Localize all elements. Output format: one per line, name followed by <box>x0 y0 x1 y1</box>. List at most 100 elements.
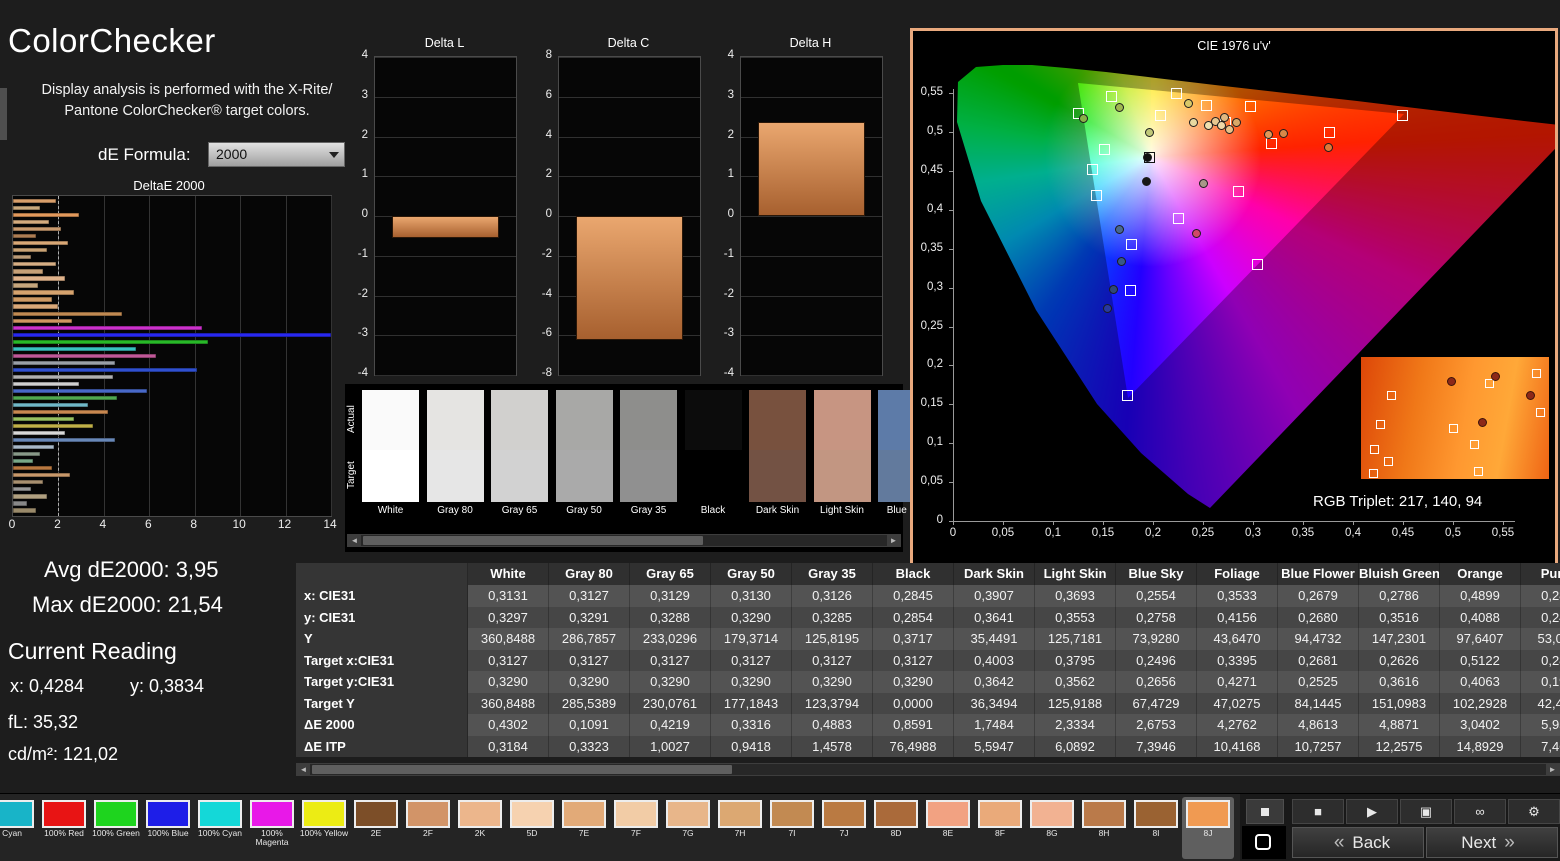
link-button[interactable]: ∞ <box>1454 799 1506 824</box>
cell-value: 67,4729 <box>1116 692 1197 714</box>
swatch-label: Black <box>700 505 726 516</box>
deltae-bar <box>13 424 93 429</box>
inset-target-square <box>1383 457 1393 467</box>
row-label: ΔE 2000 <box>296 714 468 736</box>
cell-value: 0,2845 <box>873 585 954 607</box>
inset-target-square <box>1535 408 1545 418</box>
deltae-bar <box>13 262 57 267</box>
target-square <box>1105 91 1117 103</box>
cell-value: 0,4899 <box>1440 585 1521 607</box>
deltae-bar <box>13 416 75 422</box>
patch-label: 2K <box>474 828 486 838</box>
cell-value: 0,2525 <box>1278 671 1359 693</box>
target-square <box>1170 88 1182 100</box>
de-formula-select[interactable]: 2000 <box>208 142 345 167</box>
gridline <box>741 335 882 337</box>
cell-value: 0,3533 <box>1197 585 1278 607</box>
delta-bar <box>575 216 684 340</box>
y-tick-label: 3 <box>361 88 368 101</box>
patch-8f[interactable]: 8F <box>974 797 1026 859</box>
patch-color <box>250 800 294 828</box>
swatch-gray-65: Gray 65 <box>491 390 548 520</box>
gridline <box>559 96 700 98</box>
patch-7e[interactable]: 7E <box>558 797 610 859</box>
patch-7g[interactable]: 7G <box>662 797 714 859</box>
next-button[interactable]: Next » <box>1426 827 1558 858</box>
patch-2f[interactable]: 2F <box>402 797 454 859</box>
patch-8d[interactable]: 8D <box>870 797 922 859</box>
pattern-window-button[interactable] <box>1242 826 1286 859</box>
cell-value: 43,6470 <box>1197 628 1278 650</box>
x-tick-label: 4 <box>99 517 107 531</box>
patch-100-red[interactable]: 100% Red <box>38 797 90 859</box>
y-tick-label: -2 <box>357 287 368 300</box>
swatch-scrollbar[interactable]: ◄ ► <box>347 534 901 547</box>
current-reading-title: Current Reading <box>8 638 177 664</box>
patch-label: 100% Magenta <box>255 828 289 847</box>
target-square <box>1086 163 1098 175</box>
y-tick-label: 1 <box>361 168 368 181</box>
swatch-label: Gray 65 <box>501 505 538 516</box>
y-tick-label: -3 <box>723 327 734 340</box>
patch-7j[interactable]: 7J <box>818 797 870 859</box>
patch-7h[interactable]: 7H <box>714 797 766 859</box>
patch-5d[interactable]: 5D <box>506 797 558 859</box>
patch-7i[interactable]: 7I <box>766 797 818 859</box>
cell-value: 0,3288 <box>630 606 711 628</box>
panel-handle[interactable] <box>0 88 7 140</box>
de-formula-label: dE Formula: <box>98 145 191 164</box>
patch-8i[interactable]: 8I <box>1130 797 1182 859</box>
inset-target-square <box>1473 466 1483 476</box>
scrollbar-thumb[interactable] <box>363 536 703 545</box>
deltae-bar <box>13 346 136 351</box>
back-button[interactable]: « Back <box>1292 827 1424 858</box>
scroll-left-icon[interactable]: ◄ <box>297 764 310 775</box>
patch-cyan[interactable]: Cyan <box>0 797 38 859</box>
stop-button[interactable]: ■ <box>1292 799 1344 824</box>
patch-8e[interactable]: 8E <box>922 797 974 859</box>
patch-100-magenta[interactable]: 100% Magenta <box>246 797 298 859</box>
patch-100-blue[interactable]: 100% Blue <box>142 797 194 859</box>
cell-value: 76,4988 <box>873 735 954 757</box>
patch-2k[interactable]: 2K <box>454 797 506 859</box>
scroll-right-icon[interactable]: ► <box>1546 764 1559 775</box>
patch-8j[interactable]: 8J <box>1182 797 1234 859</box>
cell-value: 0,3129 <box>630 585 711 607</box>
play-button[interactable]: ▶ <box>1346 799 1398 824</box>
y-tick-label: -6 <box>541 327 552 340</box>
column-header: Dark Skin <box>954 563 1035 585</box>
patch-100-green[interactable]: 100% Green <box>90 797 142 859</box>
deltae-x-axis: 0 2 4 6 8 10 12 14 <box>9 517 337 533</box>
cell-value: 94,4732 <box>1278 628 1359 650</box>
settings-button[interactable]: ⚙ <box>1508 799 1560 824</box>
pattern-button[interactable]: ▣ <box>1400 799 1452 824</box>
patch-color <box>1134 800 1178 828</box>
table-row: ΔE 2000 0,4302 0,1091 0,4219 0,3316 0,4883 0,8… <box>296 714 1560 736</box>
y-tick-label: -4 <box>541 287 552 300</box>
measured-point <box>1144 127 1154 137</box>
deltae-bar <box>13 402 88 408</box>
patch-100-yellow[interactable]: 100% Yellow <box>298 797 350 859</box>
delta-c-y-axis: 8 6 4 2 0 -2 -4 -6 -8 <box>536 49 554 379</box>
patch-8h[interactable]: 8H <box>1078 797 1130 859</box>
patch-label: 7I <box>788 828 796 838</box>
patch-8g[interactable]: 8G <box>1026 797 1078 859</box>
chevron-left-icon: « <box>1333 832 1345 853</box>
patch-100-cyan[interactable]: 100% Cyan <box>194 797 246 859</box>
mini-stop-button[interactable] <box>1246 799 1284 824</box>
deltae-bar <box>13 248 48 253</box>
window-icon <box>1255 834 1271 850</box>
gridline <box>741 295 882 297</box>
cell-value: 0,5122 <box>1440 649 1521 671</box>
scroll-right-icon[interactable]: ► <box>887 535 900 546</box>
cell-value: 0,3290 <box>549 671 630 693</box>
cell-value: 0,4271 <box>1197 671 1278 693</box>
target-color <box>749 450 806 502</box>
table-scrollbar[interactable]: ◄ ► <box>296 763 1560 776</box>
patch-7f[interactable]: 7F <box>610 797 662 859</box>
patch-2e[interactable]: 2E <box>350 797 402 859</box>
scroll-left-icon[interactable]: ◄ <box>348 535 361 546</box>
scrollbar-thumb[interactable] <box>312 765 732 774</box>
cell-value: 0,4088 <box>1440 606 1521 628</box>
deltae-bar <box>13 494 48 499</box>
